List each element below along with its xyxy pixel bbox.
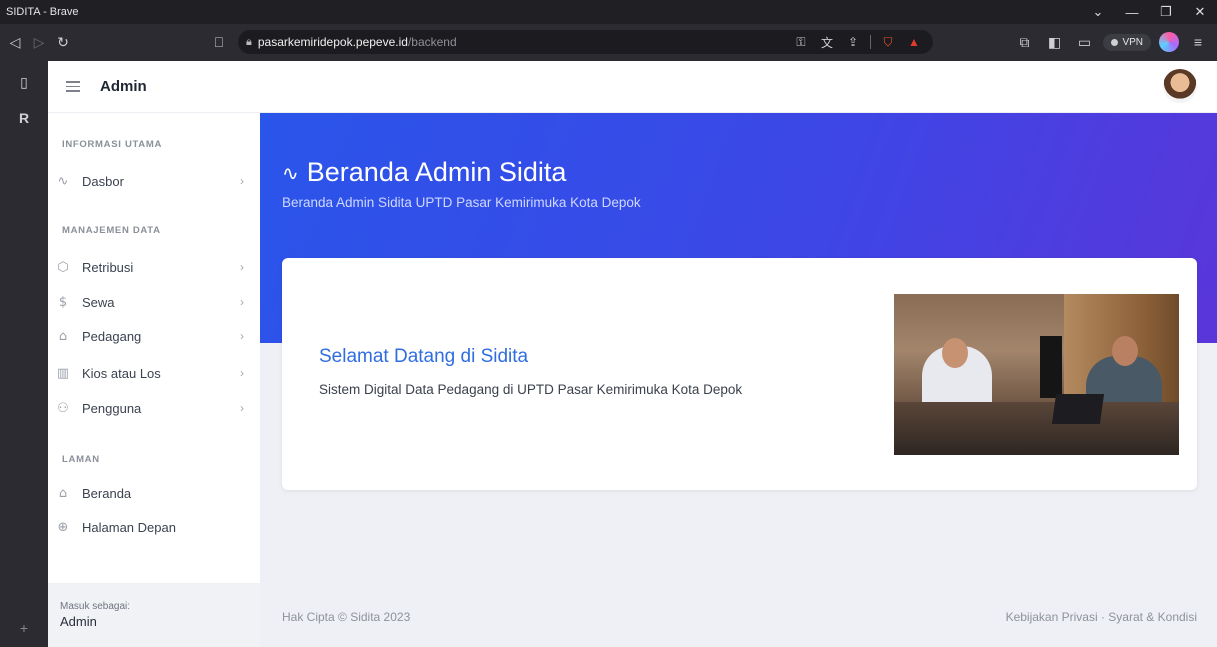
restore-button[interactable]: ❐	[1149, 0, 1183, 24]
box-icon: ⬡	[57, 259, 69, 275]
chevron-right-icon: ›	[240, 295, 244, 309]
browser-side-rail: ▯ R +	[0, 61, 48, 647]
chevron-right-icon: ›	[240, 366, 244, 380]
window-titlebar: SIDITA - Brave ⌄ — ❐ ✕	[0, 0, 1217, 24]
lock-icon: 🔒︎	[246, 35, 252, 48]
sidebar-item-pengguna[interactable]: ⚇ Pengguna ›	[48, 394, 260, 422]
chevron-right-icon: ›	[240, 329, 244, 343]
section-title-manajemen-data: MANAJEMEN DATA	[62, 225, 161, 236]
activity-icon: ∿	[57, 173, 69, 189]
store-icon: ⌂	[58, 328, 68, 344]
map-icon: ▥	[56, 365, 70, 381]
hamburger-menu-icon[interactable]	[66, 81, 80, 92]
extensions-icon[interactable]: ⧉	[1013, 31, 1035, 53]
sidebar-item-beranda[interactable]: ⌂ Beranda	[48, 479, 260, 507]
sidebar-panel-icon[interactable]: ▯	[13, 71, 35, 93]
app-header-title: Admin	[100, 78, 147, 95]
activity-icon: ∿	[282, 160, 299, 185]
leo-ai-icon[interactable]	[1159, 32, 1179, 52]
url-host: pasarkemiridepok.pepeve.id	[257, 35, 408, 49]
welcome-photo	[894, 294, 1179, 455]
window-title: SIDITA - Brave	[6, 6, 79, 18]
dollar-icon: $	[58, 294, 68, 310]
welcome-title: Selamat Datang di Sidita	[319, 346, 529, 367]
menu-icon[interactable]: ≡	[1187, 31, 1209, 53]
page-title: ∿ Beranda Admin Sidita	[282, 157, 566, 188]
tab-dropdown-button[interactable]: ⌄	[1081, 0, 1115, 24]
toolbar-separator	[870, 35, 871, 49]
address-bar[interactable]: 🔒︎ pasarkemiridepok.pepeve.id/backend ⚿ …	[238, 30, 933, 54]
copyright-text: Hak Cipta © Sidita 2023	[282, 610, 411, 624]
sidebar-item-label: Dasbor	[82, 173, 124, 189]
vpn-label: VPN	[1122, 36, 1143, 48]
key-icon[interactable]: ⚿	[792, 33, 810, 51]
sidebar-item-kios-atau-los[interactable]: ▥ Kios atau Los ›	[48, 359, 260, 387]
section-title-laman: LAMAN	[62, 454, 100, 465]
share-icon[interactable]: ⇪	[844, 33, 862, 51]
back-icon[interactable]: ◁	[4, 32, 26, 54]
url-path: /backend	[407, 35, 457, 49]
section-title-informasi-utama: INFORMASI UTAMA	[62, 139, 163, 150]
bookmark-icon[interactable]: ⎕	[208, 31, 230, 53]
minimize-button[interactable]: —	[1115, 0, 1149, 24]
avatar[interactable]	[1163, 69, 1197, 103]
chevron-right-icon: ›	[240, 174, 244, 188]
sidebar-item-dasbor[interactable]: ∿ Dasbor ›	[48, 167, 260, 195]
main-content: ∿ Beranda Admin Sidita Beranda Admin Sid…	[260, 113, 1217, 647]
vpn-status-icon	[1111, 38, 1119, 46]
app-header: Admin	[48, 61, 1217, 113]
reload-icon[interactable]: ↻	[52, 32, 74, 54]
sidebar-item-halaman-depan[interactable]: ⊕ Halaman Depan	[48, 513, 260, 541]
sidebar-item-label: Beranda	[82, 485, 132, 501]
sidebar-item-label: Pengguna	[82, 400, 142, 416]
wallet-icon[interactable]: ▭	[1073, 31, 1095, 53]
home-icon: ⌂	[58, 485, 68, 501]
footer-links[interactable]: Kebijakan Privasi · Syarat & Kondisi	[1006, 610, 1197, 624]
sidebar-item-label: Halaman Depan	[82, 519, 176, 535]
translate-icon[interactable]: 文	[818, 33, 836, 51]
users-icon: ⚇	[57, 400, 69, 416]
sidebar-user-footer: Masuk sebagai: Admin	[48, 583, 260, 647]
sidebar-toggle-icon[interactable]: ◧	[1043, 31, 1065, 53]
browser-toolbar: ◁ ▷ ↻ ⎕ 🔒︎ pasarkemiridepok.pepeve.id/ba…	[0, 24, 1217, 61]
logged-in-caption: Masuk sebagai:	[60, 601, 131, 612]
sidebar-item-retribusi[interactable]: ⬡ Retribusi ›	[48, 253, 260, 281]
browser-window: { "browser": { "window_title": "SIDITA -…	[0, 0, 1217, 647]
sidebar-item-label: Pedagang	[82, 328, 142, 344]
sidebar: INFORMASI UTAMA ∿ Dasbor › MANAJEMEN DAT…	[48, 113, 260, 647]
vpn-button[interactable]: VPN	[1103, 33, 1151, 51]
chevron-right-icon: ›	[240, 401, 244, 415]
welcome-description: Sistem Digital Data Pedagang di UPTD Pas…	[319, 382, 743, 397]
sidebar-item-label: Sewa	[82, 294, 115, 310]
forward-icon[interactable]: ▷	[28, 32, 50, 54]
add-panel-icon[interactable]: +	[13, 617, 35, 639]
sidebar-item-sewa[interactable]: $ Sewa ›	[48, 288, 260, 316]
sidebar-item-label: Retribusi	[82, 259, 134, 275]
globe-icon: ⊕	[57, 519, 69, 535]
page-subtitle: Beranda Admin Sidita UPTD Pasar Kemirimu…	[282, 195, 641, 210]
chevron-right-icon: ›	[240, 260, 244, 274]
brave-rewards-icon[interactable]: ▲	[905, 33, 923, 51]
close-window-button[interactable]: ✕	[1183, 0, 1217, 24]
page-title-text: Beranda Admin Sidita	[306, 157, 567, 187]
sidebar-item-label: Kios atau Los	[82, 365, 161, 381]
logged-in-user: Admin	[60, 614, 97, 629]
reading-list-icon[interactable]: R	[13, 107, 35, 129]
welcome-card: Selamat Datang di Sidita Sistem Digital …	[282, 258, 1197, 490]
sidebar-item-pedagang[interactable]: ⌂ Pedagang ›	[48, 322, 260, 350]
brave-shield-icon[interactable]: ⛉	[879, 33, 897, 51]
